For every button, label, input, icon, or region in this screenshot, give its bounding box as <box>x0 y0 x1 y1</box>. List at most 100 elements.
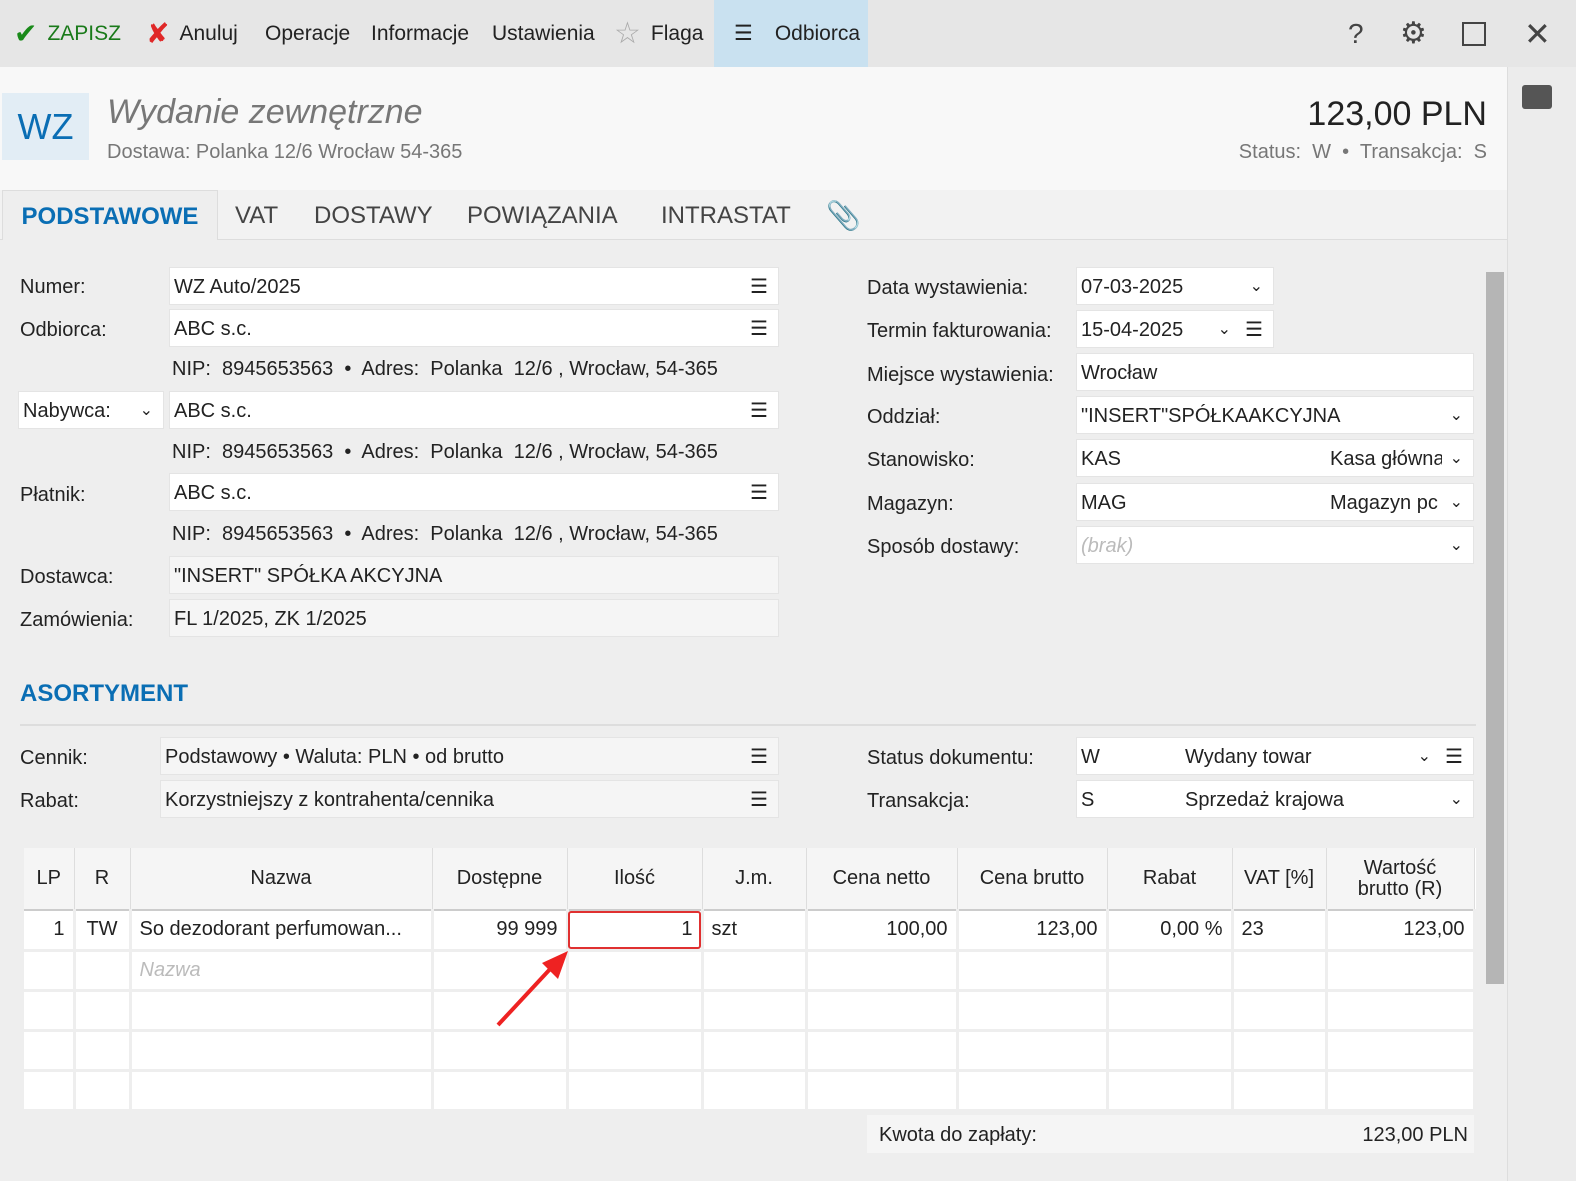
menu-icon[interactable]: ☰ <box>750 392 768 430</box>
close-x-icon: ✘ <box>146 18 170 49</box>
stanowisko-label: Stanowisko: <box>867 449 975 471</box>
menu-icon[interactable]: ☰ <box>750 738 768 776</box>
col-vat[interactable]: VAT [%] <box>1232 848 1327 911</box>
cennik-field[interactable]: Podstawowy • Waluta: PLN • od brutto ☰ <box>160 737 779 775</box>
col-ilosc[interactable]: Ilość <box>567 848 703 911</box>
cell-jm[interactable]: szt <box>702 910 808 952</box>
chevron-down-icon: ⌄ <box>1449 791 1463 808</box>
numer-label: Numer: <box>20 276 86 298</box>
tab-vat[interactable]: VAT <box>235 190 278 240</box>
chevron-down-icon[interactable]: ⌄ <box>1250 268 1263 306</box>
cell-cena-brutto[interactable]: 123,00 <box>957 910 1109 952</box>
tab-dostawy[interactable]: DOSTAWY <box>314 190 433 240</box>
save-button[interactable]: ✔ ZAPISZ <box>14 0 121 67</box>
sposob-dropdown[interactable]: (brak) ⌄ <box>1076 526 1474 564</box>
platnik-info: NIP: 8945653563 • Adres: Polanka 12/6 , … <box>172 523 718 545</box>
scrollbar[interactable] <box>1486 272 1504 984</box>
odbiorca-field[interactable]: ABC s.c. ☰ <box>169 309 779 347</box>
total-label: Kwota do zapłaty: <box>879 1124 1037 1146</box>
miejsce-label: Miejsce wystawienia: <box>867 364 1054 386</box>
nabywca-field[interactable]: ABC s.c. ☰ <box>169 391 779 429</box>
cell-nazwa[interactable]: So dezodorant perfumowan... <box>130 910 434 952</box>
cell-vat[interactable]: 23 <box>1232 910 1328 952</box>
stanowisko-dropdown[interactable]: KAS Kasa główna ⌄ <box>1076 439 1474 477</box>
cell-dostepne: 99 999 <box>432 910 569 952</box>
transakcja-name: Sprzedaż krajowa <box>1185 789 1344 811</box>
cennik-value: Podstawowy • Waluta: PLN • od brutto <box>165 746 504 768</box>
document-header: WZ Wydanie zewnętrzne Dostawa: Polanka 1… <box>0 67 1507 190</box>
new-item-input[interactable]: Nazwa <box>130 950 434 992</box>
cell-wartosc: 123,00 <box>1326 910 1476 952</box>
table-row[interactable]: 1 TW So dezodorant perfumowan... 99 999 … <box>24 910 1476 952</box>
magazyn-dropdown[interactable]: MAG Magazyn pc ⌄ <box>1076 483 1474 521</box>
total-value: 123,00 PLN <box>1362 1124 1468 1146</box>
cell-r: TW <box>74 910 132 952</box>
sposob-label: Sposób dostawy: <box>867 536 1020 558</box>
platnik-field[interactable]: ABC s.c. ☰ <box>169 473 779 511</box>
cell-cena-netto[interactable]: 100,00 <box>806 910 959 952</box>
platnik-label: Płatnik: <box>20 484 86 506</box>
col-lp[interactable]: LP <box>24 848 75 911</box>
numer-value: WZ Auto/2025 <box>174 276 301 298</box>
menu-icon[interactable]: ☰ <box>750 268 768 306</box>
operations-menu[interactable]: Operacje <box>265 0 350 67</box>
rabat-label: Rabat: <box>20 790 79 812</box>
table-row-empty <box>24 1030 1476 1072</box>
stanowisko-name: Kasa główna <box>1330 448 1442 470</box>
cancel-button[interactable]: ✘ Anuluj <box>146 0 238 67</box>
termin-label: Termin fakturowania: <box>867 320 1052 342</box>
comment-icon[interactable] <box>1522 85 1552 109</box>
data-label: Data wystawienia: <box>867 277 1029 299</box>
dostawca-label: Dostawca: <box>20 566 114 588</box>
col-cena-netto[interactable]: Cena netto <box>806 848 958 911</box>
close-icon[interactable]: ✕ <box>1524 0 1551 67</box>
tab-podstawowe[interactable]: PODSTAWOWE <box>2 190 218 240</box>
col-rabat[interactable]: Rabat <box>1107 848 1233 911</box>
status-name: Wydany towar <box>1185 746 1312 768</box>
cell-rabat[interactable]: 0,00 % <box>1107 910 1234 952</box>
gear-icon[interactable]: ⚙ <box>1400 0 1427 67</box>
data-field[interactable]: 07-03-2025 ⌄ <box>1076 267 1274 305</box>
zamowienia-field: FL 1/2025, ZK 1/2025 <box>169 599 779 637</box>
settings-menu[interactable]: Ustawienia <box>492 0 595 67</box>
menu-icon[interactable]: ☰ <box>750 781 768 819</box>
items-table: LP R Nazwa Dostępne Ilość J.m. Cena nett… <box>24 848 1476 1112</box>
recipient-button[interactable]: ☰ Odbiorca <box>714 0 868 67</box>
help-button[interactable]: ? <box>1348 0 1364 67</box>
transakcja-dropdown[interactable]: S Sprzedaż krajowa ⌄ <box>1076 780 1474 818</box>
numer-field[interactable]: WZ Auto/2025 ☰ <box>169 267 779 305</box>
tab-powiazania[interactable]: POWIĄZANIA <box>467 190 618 240</box>
oddzial-dropdown[interactable]: "INSERT"SPÓŁKAAKCYJNA ⌄ <box>1076 396 1474 434</box>
col-r[interactable]: R <box>74 848 131 911</box>
rabat-field[interactable]: Korzystniejszy z kontrahenta/cennika ☰ <box>160 780 779 818</box>
odbiorca-value: ABC s.c. <box>174 318 252 340</box>
paperclip-icon[interactable]: 📎 <box>826 190 861 240</box>
menu-icon[interactable]: ☰ <box>750 474 768 512</box>
side-panel <box>1507 67 1576 1181</box>
chevron-down-icon[interactable]: ⌄ <box>1218 311 1231 349</box>
maximize-icon[interactable] <box>1462 0 1486 67</box>
cell-lp: 1 <box>24 910 76 952</box>
menu-icon[interactable]: ☰ <box>750 310 768 348</box>
col-wartosc[interactable]: Wartość brutto (R) <box>1326 848 1475 911</box>
cell-ilosc-input[interactable]: 1 <box>567 910 704 952</box>
stanowisko-code: KAS <box>1081 448 1122 470</box>
status-code: W <box>1081 746 1100 768</box>
menu-icon[interactable]: ☰ <box>1445 738 1463 776</box>
nabywca-dropdown[interactable]: Nabywca: ⌄ <box>18 391 164 429</box>
status-dropdown[interactable]: W Wydany towar ⌄ ☰ <box>1076 737 1474 775</box>
flag-button[interactable]: ☆ Flaga <box>614 0 703 67</box>
col-cena-brutto[interactable]: Cena brutto <box>957 848 1108 911</box>
termin-field[interactable]: 15-04-2025 ⌄ ☰ <box>1076 310 1274 348</box>
table-row-new[interactable]: Nazwa <box>24 950 1476 992</box>
col-jm[interactable]: J.m. <box>702 848 807 911</box>
nabywca-value: ABC s.c. <box>174 400 252 422</box>
zamowienia-label: Zamówienia: <box>20 609 134 631</box>
tab-intrastat[interactable]: INTRASTAT <box>661 190 791 240</box>
col-dostepne[interactable]: Dostępne <box>432 848 568 911</box>
oddzial-value: "INSERT"SPÓŁKAAKCYJNA <box>1081 405 1341 427</box>
miejsce-field[interactable]: Wrocław <box>1076 353 1474 391</box>
col-nazwa[interactable]: Nazwa <box>130 848 433 911</box>
info-menu[interactable]: Informacje <box>371 0 469 67</box>
menu-icon[interactable]: ☰ <box>1245 311 1263 349</box>
